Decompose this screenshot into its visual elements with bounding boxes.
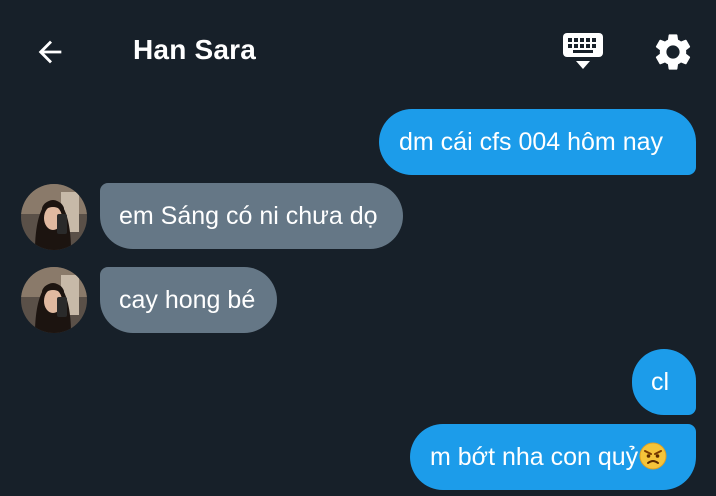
contact-avatar[interactable] xyxy=(21,267,87,333)
message-text: cay hong bé xyxy=(119,286,256,314)
message-text: m bớt nha con quỷ xyxy=(430,443,639,471)
chat-screen: Han Sara dm cái cfs 004 hôm nay em Sáng … xyxy=(0,0,716,496)
arrow-left-icon xyxy=(38,40,62,64)
message-text: dm cái cfs 004 hôm nay xyxy=(399,128,664,156)
contact-name[interactable]: Han Sara xyxy=(133,34,256,66)
keyboard-button[interactable] xyxy=(560,30,606,74)
avatar-photo-icon xyxy=(21,267,87,333)
angry-face-emoji-icon xyxy=(639,442,667,470)
avatar-photo-icon xyxy=(21,184,87,250)
message-bubble-outgoing[interactable]: cl xyxy=(632,349,696,415)
gear-icon xyxy=(655,34,691,70)
keyboard-icon xyxy=(563,33,603,69)
message-bubble-incoming[interactable]: cay hong bé xyxy=(100,267,277,333)
message-text: cl xyxy=(651,368,670,396)
message-text: em Sáng có ni chưa dọ xyxy=(119,202,378,230)
settings-button[interactable] xyxy=(651,30,695,74)
message-bubble-outgoing[interactable]: dm cái cfs 004 hôm nay xyxy=(379,109,696,175)
contact-avatar[interactable] xyxy=(21,184,87,250)
back-button[interactable] xyxy=(30,32,70,72)
chat-header: Han Sara xyxy=(0,0,716,100)
message-bubble-outgoing[interactable]: m bớt nha con quỷ xyxy=(410,424,696,490)
message-bubble-incoming[interactable]: em Sáng có ni chưa dọ xyxy=(100,183,403,249)
